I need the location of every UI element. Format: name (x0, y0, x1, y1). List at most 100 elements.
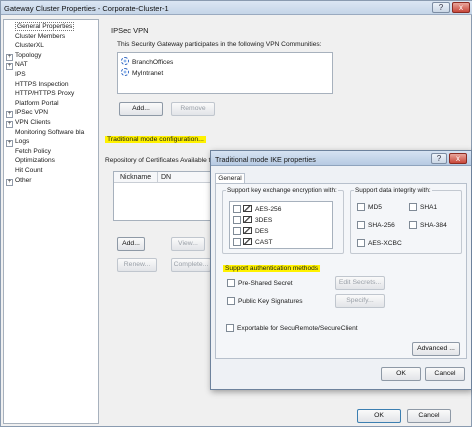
tree-item[interactable]: HTTPS Inspection (6, 81, 69, 89)
list-item[interactable]: MyIntranet (121, 68, 163, 77)
tree-item[interactable]: Cluster Members (6, 33, 65, 41)
view-certificate-button[interactable]: View... (171, 237, 205, 251)
tree-item-label: HTTPS Inspection (15, 80, 69, 88)
tree-item-label: Optimizations (15, 157, 55, 165)
auth-group: Support authentication methods Pre-Share… (222, 264, 462, 320)
communities-label: This Security Gateway participates in th… (117, 41, 322, 48)
tree-item[interactable]: HTTP/HTTPS Proxy (6, 90, 74, 98)
sha1-checkbox[interactable]: SHA1 (409, 203, 437, 211)
encryption-icon (243, 205, 252, 212)
public-key-checkbox[interactable]: Public Key Signatures (227, 297, 303, 305)
tree-item[interactable]: Fetch Policy (6, 148, 51, 156)
encryption-icon (243, 216, 252, 223)
tree-item[interactable]: Monitoring Software bla (6, 129, 84, 137)
window-title: Gateway Cluster Properties - Corporate-C… (4, 4, 169, 13)
tree-item-label: VPN Clients (15, 119, 51, 126)
list-item[interactable]: DES (233, 227, 269, 235)
column-nickname: Nickname (120, 174, 152, 181)
tree-item-label: IPSec VPN (15, 109, 48, 117)
tree-item-label: IPS (15, 71, 26, 78)
add-certificate-button[interactable]: Add... (117, 237, 145, 251)
dialog-help-button[interactable]: ? (431, 153, 447, 164)
tree-item-label: NAT (15, 61, 28, 69)
tree-item-label: HTTP/HTTPS Proxy (15, 90, 75, 98)
tree-item-label: Cluster Members (15, 32, 66, 40)
tree-item-label: Platform Portal (15, 99, 59, 107)
encryption-list[interactable]: AES-256 3DES DES CAST (229, 201, 333, 249)
expand-icon[interactable]: + (6, 111, 13, 119)
tree-item-label: Monitoring Software bla (15, 128, 85, 136)
aes-xcbc-checkbox[interactable]: AES-XCBC (357, 239, 402, 247)
edit-secrets-button[interactable]: Edit Secrets... (335, 276, 385, 290)
dialog-cancel-button[interactable]: Cancel (425, 367, 465, 381)
cancel-button[interactable]: Cancel (407, 409, 451, 423)
window-titlebar: Gateway Cluster Properties - Corporate-C… (1, 1, 472, 15)
tree-item-label: Topology (15, 51, 42, 59)
list-item[interactable]: 3DES (233, 216, 272, 224)
advanced-button[interactable]: Advanced ... (412, 342, 460, 356)
section-title: IPSec VPN (111, 26, 149, 35)
dialog-title: Traditional mode IKE properties (215, 155, 316, 164)
tree-item[interactable]: Optimizations (6, 157, 55, 165)
expand-icon[interactable]: + (6, 53, 13, 61)
complete-certificate-button[interactable]: Complete... (171, 258, 211, 272)
add-community-button[interactable]: Add... (119, 102, 163, 116)
help-button[interactable]: ? (432, 2, 450, 13)
integrity-group-label: Support data integrity with: (354, 187, 432, 194)
remove-community-button[interactable]: Remove (171, 102, 215, 116)
tree-item-label: Fetch Policy (15, 147, 51, 155)
tab-panel: Support key exchange encryption with: AE… (215, 183, 467, 359)
encryption-icon (243, 238, 252, 245)
close-button[interactable]: x (452, 2, 470, 13)
expand-icon[interactable]: + (6, 121, 13, 128)
encryption-icon (243, 227, 252, 234)
column-dn: DN (161, 174, 172, 181)
renew-certificate-button[interactable]: Renew... (117, 258, 157, 272)
tree-item-label: ClusterXL (15, 42, 44, 50)
encryption-group: Support key exchange encryption with: AE… (222, 187, 344, 254)
tree-item[interactable]: + Logs (6, 138, 30, 148)
tree-item-label: General Properties (15, 22, 75, 31)
tree-item[interactable]: + VPN Clients (6, 119, 51, 128)
tree-item[interactable]: IPS (6, 71, 26, 79)
pre-shared-checkbox[interactable]: Pre-Shared Secret (227, 279, 293, 287)
tree-item-label: Other (15, 176, 32, 184)
specify-button[interactable]: Specify... (335, 294, 385, 308)
integrity-group: Support data integrity with: MD5 SHA1 SH… (350, 187, 462, 254)
encryption-group-label: Support key exchange encryption with: (226, 187, 338, 194)
repository-label: Repository of Certificates Available to (105, 157, 215, 164)
communities-list[interactable]: BranchOffices MyIntranet (117, 52, 333, 94)
certificates-table[interactable]: Nickname DN (113, 171, 215, 221)
list-item[interactable]: CAST (233, 238, 273, 246)
tree-item[interactable]: + Other (6, 176, 32, 186)
tree-item-label: Hit Count (15, 167, 43, 174)
ok-button[interactable]: OK (357, 409, 401, 423)
expand-icon[interactable]: + (6, 140, 13, 148)
list-item[interactable]: AES-256 (233, 205, 281, 213)
vpn-community-icon (121, 57, 129, 65)
tree-item[interactable]: + NAT (6, 61, 28, 71)
list-item[interactable]: BranchOffices (121, 57, 173, 66)
traditional-mode-link[interactable]: Traditional mode configuration... (105, 136, 206, 143)
dialog-close-button[interactable]: x (449, 153, 467, 164)
tree-item[interactable]: Platform Portal (6, 100, 59, 108)
properties-tree[interactable]: General Properties Cluster Members Cluster… (3, 19, 99, 424)
tree-item[interactable]: Hit Count (6, 167, 43, 175)
dialog-ok-button[interactable]: OK (381, 367, 421, 381)
tree-item[interactable]: + IPSec VPN (6, 109, 48, 119)
md5-checkbox[interactable]: MD5 (357, 203, 382, 211)
tree-item[interactable]: + Topology (6, 51, 42, 61)
dialog-titlebar: Traditional mode IKE properties ? x (211, 151, 471, 166)
tree-item-label: Logs (15, 138, 30, 146)
expand-icon[interactable]: + (6, 178, 13, 186)
tree-item[interactable]: ClusterXL (6, 42, 44, 50)
sha384-checkbox[interactable]: SHA-384 (409, 221, 447, 229)
ike-properties-dialog: Traditional mode IKE properties ? x Gene… (210, 150, 472, 390)
expand-icon[interactable]: + (6, 63, 13, 71)
exportable-checkbox[interactable]: Exportable for SecuRemote/SecureClient (226, 324, 358, 332)
tree-item[interactable]: General Properties (6, 22, 75, 31)
table-header: Nickname DN (114, 172, 214, 183)
auth-group-label: Support authentication methods (223, 265, 321, 272)
sha256-checkbox[interactable]: SHA-256 (357, 221, 395, 229)
vpn-community-icon (121, 68, 129, 76)
